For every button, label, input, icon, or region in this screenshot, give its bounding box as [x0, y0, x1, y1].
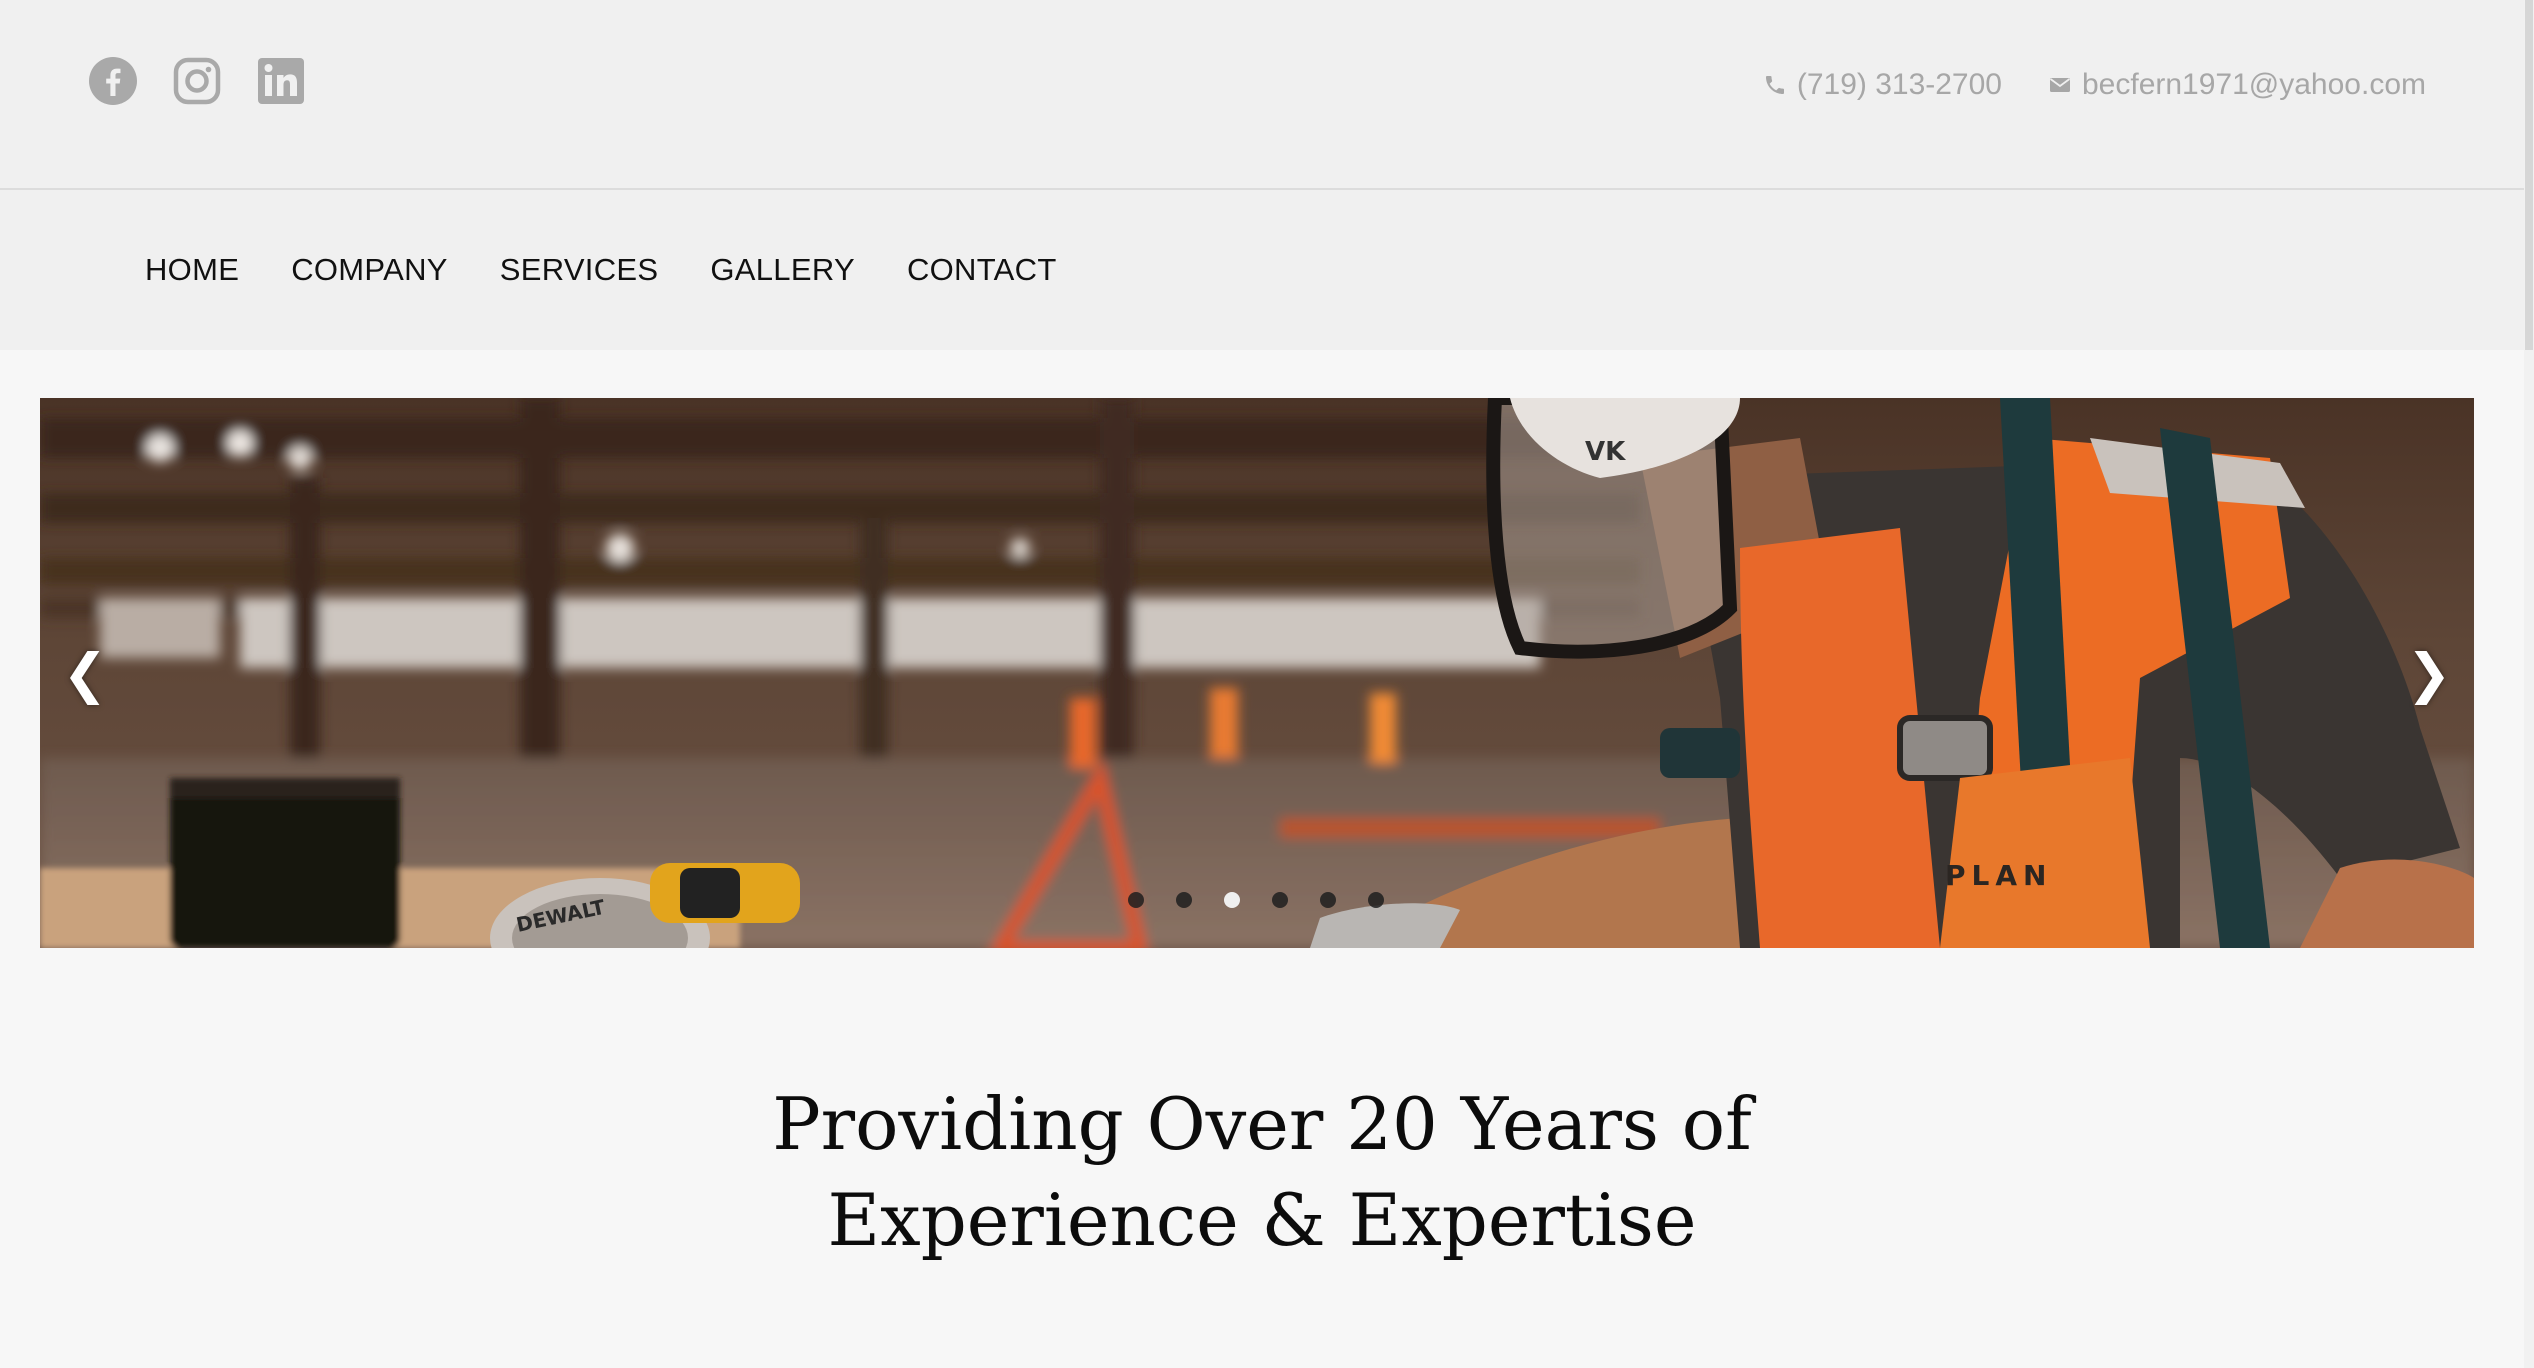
hero-headline-line1: Providing Over 20 Years of	[772, 1082, 1752, 1166]
slider-dot-5[interactable]	[1320, 892, 1336, 908]
contact-info: (719) 313-2700 becfern1971@yahoo.com	[1763, 68, 2426, 102]
email-address: becfern1971@yahoo.com	[2081, 68, 2426, 101]
nav-item-home[interactable]: HOME	[145, 252, 239, 288]
slider-dot-3[interactable]	[1224, 892, 1240, 908]
svg-text:PLAN: PLAN	[1945, 859, 2052, 892]
svg-text:VK: VK	[1585, 437, 1626, 467]
slider-next-button[interactable]: ❯	[2384, 398, 2474, 948]
nav-item-contact[interactable]: CONTACT	[907, 252, 1057, 288]
email-link[interactable]: becfern1971@yahoo.com	[2048, 68, 2426, 102]
phone-link[interactable]: (719) 313-2700	[1763, 68, 2002, 102]
linkedin-icon[interactable]	[256, 56, 306, 106]
slider-pagination	[1128, 892, 1384, 908]
hero-headline: Providing Over 20 Years of Experience & …	[0, 1076, 2524, 1268]
main-navigation: HOME COMPANY SERVICES GALLERY CONTACT	[0, 190, 2524, 350]
phone-number: (719) 313-2700	[1796, 68, 2002, 101]
slider-dot-4[interactable]	[1272, 892, 1288, 908]
nav-menu: HOME COMPANY SERVICES GALLERY CONTACT	[145, 190, 1057, 350]
slider-dot-6[interactable]	[1368, 892, 1384, 908]
envelope-icon	[2049, 78, 2071, 92]
facebook-icon[interactable]	[88, 56, 138, 106]
instagram-icon[interactable]	[172, 56, 222, 106]
hero-headline-line2: Experience & Expertise	[827, 1178, 1697, 1262]
phone-icon	[1765, 76, 1784, 94]
nav-item-company[interactable]: COMPANY	[291, 252, 448, 288]
social-links	[88, 56, 306, 106]
hero-slider: DEWALT VK PLAN ❮ ❯	[40, 398, 2474, 948]
top-bar: (719) 313-2700 becfern1971@yahoo.com	[0, 0, 2524, 190]
slider-dot-1[interactable]	[1128, 892, 1144, 908]
nav-item-gallery[interactable]: GALLERY	[710, 252, 855, 288]
slider-prev-button[interactable]: ❮	[40, 398, 130, 948]
slider-dot-2[interactable]	[1176, 892, 1192, 908]
page-scrollbar[interactable]	[2524, 0, 2534, 1368]
construction-worker-photo: DEWALT VK PLAN	[40, 398, 2474, 948]
nav-item-services[interactable]: SERVICES	[500, 252, 659, 288]
scrollbar-thumb[interactable]	[2525, 0, 2533, 350]
